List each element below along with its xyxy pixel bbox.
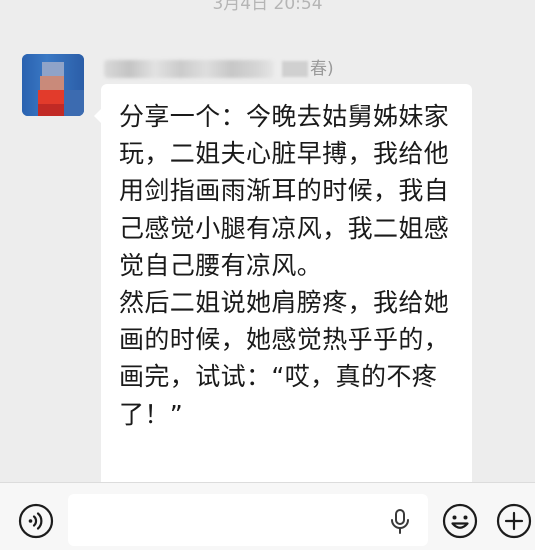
chat-area: 3月4日 20:54 春) 分享一个：今晚去姑舅姊妹家玩，二姐夫心脏早搏，我给他… (0, 0, 535, 482)
message-input[interactable] (68, 494, 428, 546)
voice-mode-button[interactable] (18, 503, 54, 539)
sender-name-blurred (104, 60, 274, 78)
sender-avatar[interactable] (22, 54, 84, 116)
message-text: 分享一个：今晚去姑舅姊妹家玩，二姐夫心脏早搏，我给他用剑指画雨渐耳的时候，我自己… (119, 102, 450, 429)
sender-name: 春) (104, 58, 334, 80)
plus-icon (496, 503, 532, 539)
message-timestamp: 3月4日 20:54 (212, 0, 323, 14)
emoji-icon (442, 503, 478, 539)
microphone-icon[interactable] (388, 507, 412, 537)
voice-mode-icon (18, 503, 54, 539)
emoji-button[interactable] (442, 503, 478, 539)
sender-name-blurred-tail (282, 61, 308, 77)
sender-name-suffix: 春) (310, 59, 334, 79)
more-button[interactable] (496, 503, 532, 539)
message-bubble[interactable]: 分享一个：今晚去姑舅姊妹家玩，二姐夫心脏早搏，我给他用剑指画雨渐耳的时候，我自己… (101, 84, 472, 482)
input-bar (0, 482, 535, 550)
